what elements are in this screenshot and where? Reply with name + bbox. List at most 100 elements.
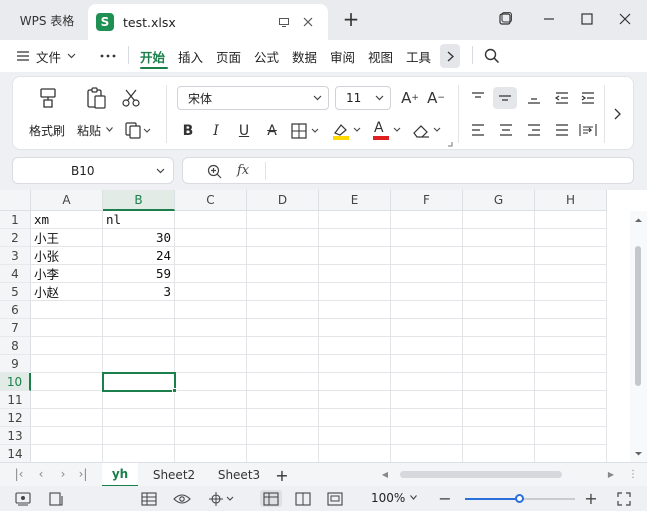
cell-c8[interactable] bbox=[175, 337, 247, 355]
sheet-tab-yh[interactable]: yh bbox=[102, 463, 138, 487]
hscroll-left-icon[interactable]: ◀ bbox=[378, 466, 392, 482]
cell-f5[interactable] bbox=[391, 283, 463, 301]
cell-e14[interactable] bbox=[319, 445, 391, 463]
cell-f14[interactable] bbox=[391, 445, 463, 463]
cell-h13[interactable] bbox=[535, 427, 607, 445]
cell-a8[interactable] bbox=[31, 337, 103, 355]
cell-a10[interactable] bbox=[31, 373, 103, 391]
hscroll-options-icon[interactable]: ⋮ bbox=[626, 466, 640, 482]
cell-d4[interactable] bbox=[247, 265, 319, 283]
cell-h2[interactable] bbox=[535, 229, 607, 247]
cell-b3[interactable]: 24 bbox=[103, 247, 175, 265]
new-tab-button[interactable]: + bbox=[340, 8, 362, 30]
cell-a13[interactable] bbox=[31, 427, 103, 445]
zoom-slider[interactable] bbox=[465, 494, 575, 503]
zoom-slider-knob[interactable] bbox=[514, 494, 524, 503]
paste-icon[interactable] bbox=[83, 85, 109, 111]
cell-a1[interactable]: xm bbox=[31, 211, 103, 229]
cell-e7[interactable] bbox=[319, 319, 391, 337]
fullscreen-icon[interactable] bbox=[616, 490, 632, 507]
window-layout-icon[interactable] bbox=[494, 8, 516, 30]
macro-record-icon[interactable] bbox=[14, 490, 32, 507]
wps-home-tab[interactable]: WPS 表格 bbox=[8, 7, 86, 33]
underline-button[interactable]: U bbox=[235, 121, 253, 141]
cell-g6[interactable] bbox=[463, 301, 535, 319]
cell-d5[interactable] bbox=[247, 283, 319, 301]
cell-b4[interactable]: 59 bbox=[103, 265, 175, 283]
font-color-button[interactable]: A bbox=[371, 120, 403, 142]
column-header-c[interactable]: C bbox=[175, 190, 247, 211]
cell-e1[interactable] bbox=[319, 211, 391, 229]
cell-g9[interactable] bbox=[463, 355, 535, 373]
fill-color-icon[interactable] bbox=[331, 120, 363, 142]
strikethrough-button[interactable]: A bbox=[263, 121, 281, 141]
cell-c2[interactable] bbox=[175, 229, 247, 247]
align-right-icon[interactable] bbox=[525, 121, 543, 139]
cell-d9[interactable] bbox=[247, 355, 319, 373]
menu-tab-home[interactable]: 开始 bbox=[140, 46, 165, 66]
cell-b8[interactable] bbox=[103, 337, 175, 355]
zoom-out-icon[interactable]: − bbox=[438, 489, 452, 508]
font-size-select[interactable]: 11 bbox=[335, 86, 391, 110]
cell-e12[interactable] bbox=[319, 409, 391, 427]
maximize-icon[interactable] bbox=[576, 8, 598, 30]
cell-f4[interactable] bbox=[391, 265, 463, 283]
font-name-select[interactable]: 宋体 bbox=[177, 86, 329, 110]
insert-function-icon[interactable]: fx bbox=[237, 163, 249, 178]
more-options-icon[interactable] bbox=[100, 46, 116, 66]
cell-d8[interactable] bbox=[247, 337, 319, 355]
row-header-12[interactable]: 12 bbox=[0, 409, 31, 427]
cell-g2[interactable] bbox=[463, 229, 535, 247]
ribbon-scroll-right-icon[interactable] bbox=[609, 105, 625, 123]
cell-h4[interactable] bbox=[535, 265, 607, 283]
row-header-3[interactable]: 3 bbox=[0, 247, 31, 265]
cell-d12[interactable] bbox=[247, 409, 319, 427]
row-header-13[interactable]: 13 bbox=[0, 427, 31, 445]
column-header-d[interactable]: D bbox=[247, 190, 319, 211]
align-left-icon[interactable] bbox=[469, 121, 487, 139]
zoom-dropdown-icon[interactable] bbox=[410, 495, 417, 500]
cell-c6[interactable] bbox=[175, 301, 247, 319]
selected-cell-outline[interactable] bbox=[102, 372, 176, 392]
cell-f8[interactable] bbox=[391, 337, 463, 355]
format-painter-icon[interactable] bbox=[35, 85, 61, 111]
first-sheet-icon[interactable]: |‹ bbox=[12, 466, 26, 482]
next-sheet-icon[interactable]: › bbox=[56, 466, 70, 482]
cell-b12[interactable] bbox=[103, 409, 175, 427]
cell-f13[interactable] bbox=[391, 427, 463, 445]
row-header-10[interactable]: 10 bbox=[0, 373, 31, 391]
zoom-in-button[interactable]: + bbox=[584, 489, 598, 508]
cell-a2[interactable]: 小王 bbox=[31, 229, 103, 247]
cell-e8[interactable] bbox=[319, 337, 391, 355]
row-header-2[interactable]: 2 bbox=[0, 229, 31, 247]
cell-a12[interactable] bbox=[31, 409, 103, 427]
cell-d1[interactable] bbox=[247, 211, 319, 229]
cut-icon[interactable] bbox=[119, 87, 143, 109]
cell-b5[interactable]: 3 bbox=[103, 283, 175, 301]
align-bottom-icon[interactable] bbox=[525, 89, 543, 107]
column-header-a[interactable]: A bbox=[31, 190, 103, 211]
cell-g5[interactable] bbox=[463, 283, 535, 301]
cell-e13[interactable] bbox=[319, 427, 391, 445]
zoom-level[interactable]: 100% bbox=[371, 491, 405, 505]
column-header-f[interactable]: F bbox=[391, 190, 463, 211]
eye-icon[interactable] bbox=[172, 490, 192, 507]
vertical-scrollbar[interactable] bbox=[630, 211, 647, 462]
cell-a7[interactable] bbox=[31, 319, 103, 337]
cell-g7[interactable] bbox=[463, 319, 535, 337]
cell-f7[interactable] bbox=[391, 319, 463, 337]
cell-g11[interactable] bbox=[463, 391, 535, 409]
cell-e5[interactable] bbox=[319, 283, 391, 301]
row-header-4[interactable]: 4 bbox=[0, 265, 31, 283]
row-header-11[interactable]: 11 bbox=[0, 391, 31, 409]
row-header-7[interactable]: 7 bbox=[0, 319, 31, 337]
cell-e11[interactable] bbox=[319, 391, 391, 409]
hamburger-menu-icon[interactable] bbox=[16, 46, 30, 66]
zoom-in-icon[interactable] bbox=[207, 164, 222, 179]
close-tab-icon[interactable] bbox=[298, 12, 318, 32]
menu-tab-insert[interactable]: 插入 bbox=[178, 46, 203, 66]
cell-h11[interactable] bbox=[535, 391, 607, 409]
menu-tab-formulas[interactable]: 公式 bbox=[254, 46, 279, 66]
name-box[interactable]: B10 bbox=[12, 157, 174, 184]
cell-c4[interactable] bbox=[175, 265, 247, 283]
